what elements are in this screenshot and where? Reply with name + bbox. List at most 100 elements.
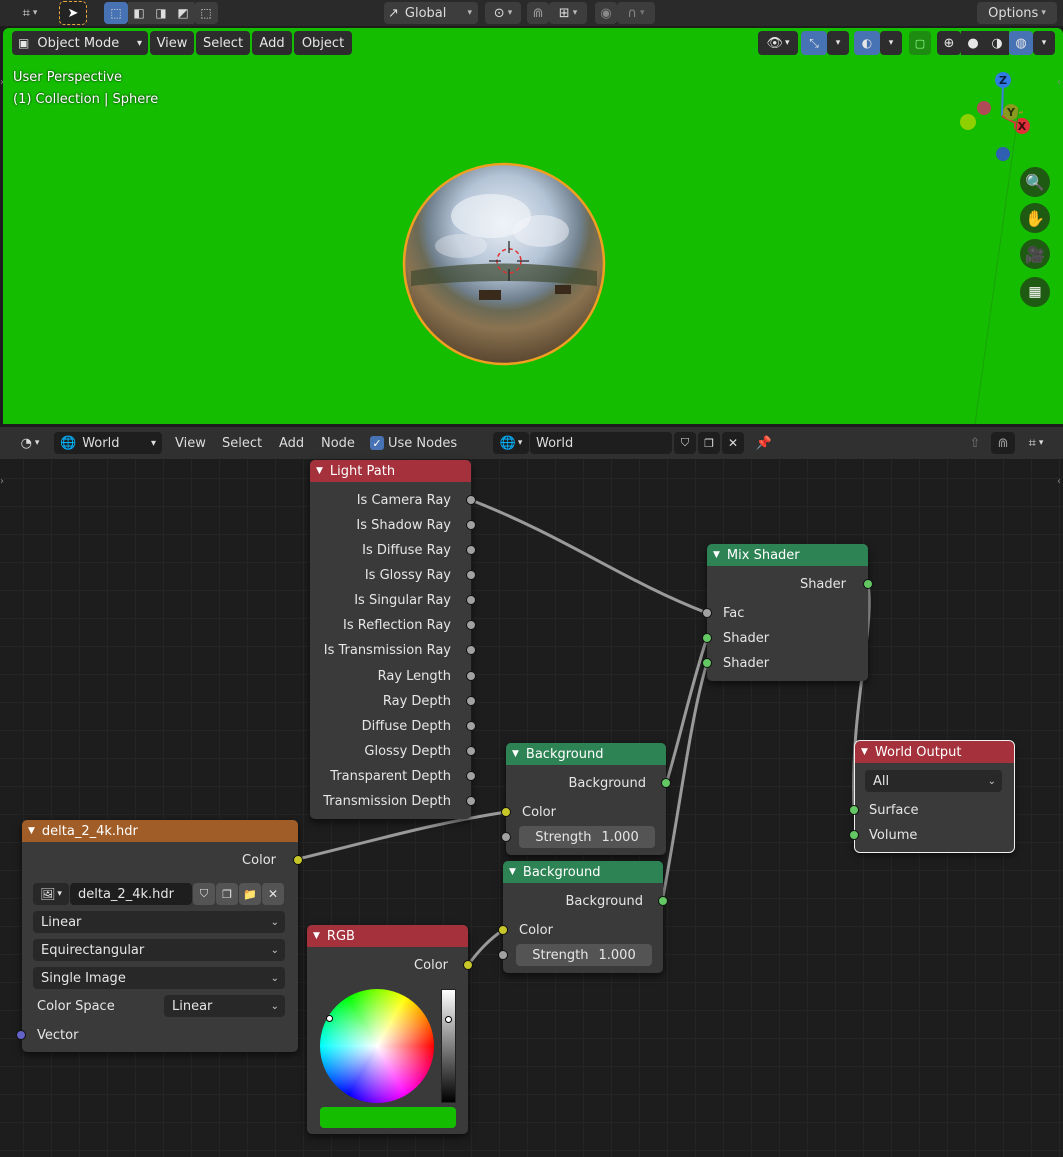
strength-field[interactable]: Strength 1.000 <box>519 826 655 848</box>
region-expand-arrow-right[interactable]: ‹ <box>1057 77 1063 91</box>
node-header[interactable]: ▼ Background <box>506 743 666 765</box>
fake-user-button[interactable]: ⛉ <box>674 432 696 454</box>
overlays-dropdown-button[interactable]: ▾ <box>880 31 902 55</box>
proportional-falloff-button[interactable]: ∩ ▾ <box>617 2 655 24</box>
color-wheel-cursor[interactable] <box>326 1015 333 1022</box>
environment-texture-node[interactable]: ▼ delta_2_4k.hdr Color 🖼 ▾ delta_2_4k.hdr… <box>16 820 303 1052</box>
world-name-field[interactable]: World <box>530 432 672 454</box>
collapse-icon[interactable]: ▼ <box>313 931 320 941</box>
node-header[interactable]: ▼ Light Path <box>310 460 471 482</box>
color-space-select[interactable]: Linear ⌄ <box>164 995 285 1017</box>
viewport-menu-view[interactable]: View <box>150 31 194 55</box>
select-mode-intersect-button[interactable]: ⬚ <box>194 2 218 24</box>
output-socket[interactable] <box>466 721 476 731</box>
input-socket[interactable] <box>498 925 508 935</box>
shading-solid-button[interactable]: ● <box>961 31 985 55</box>
value-slider-handle[interactable] <box>445 1016 452 1023</box>
collapse-icon[interactable]: ▼ <box>861 747 868 757</box>
strength-field[interactable]: Strength 1.000 <box>516 944 652 966</box>
viewport-menu-add[interactable]: Add <box>252 31 292 55</box>
node-menu-node[interactable]: Node <box>321 432 355 454</box>
shading-dropdown-button[interactable]: ▾ <box>1033 31 1055 55</box>
proportional-editing-button[interactable]: ◉ <box>595 2 617 24</box>
node-header[interactable]: ▼ RGB <box>307 925 468 947</box>
input-socket[interactable] <box>501 832 511 842</box>
output-socket[interactable] <box>466 620 476 630</box>
visibility-button[interactable]: 👁 ▾ <box>758 31 798 55</box>
shader-type-select[interactable]: 🌐 World ▾ <box>54 432 162 454</box>
value-slider[interactable] <box>441 989 456 1103</box>
output-socket[interactable] <box>466 796 476 806</box>
light-path-node[interactable]: ▼ Light Path Is Camera Ray Is Shadow Ray… <box>310 460 476 819</box>
world-output-node[interactable]: ▼ World Output All ⌄ Surface Volume <box>849 740 1015 853</box>
color-swatch[interactable] <box>320 1107 456 1128</box>
input-socket[interactable] <box>702 658 712 668</box>
viewport-menu-object[interactable]: Object <box>294 31 352 55</box>
snap-toggle-button[interactable]: ⋒ <box>991 432 1015 454</box>
node-header[interactable]: ▼ Background <box>503 861 663 883</box>
node-editor-canvas[interactable]: ▼ Light Path Is Camera Ray Is Shadow Ray… <box>0 459 1063 1157</box>
shading-wireframe-button[interactable]: ⊕ <box>937 31 961 55</box>
output-socket[interactable] <box>463 960 473 970</box>
select-mode-extend-button[interactable]: ◧ <box>128 2 150 24</box>
open-image-button[interactable]: 📁 <box>239 883 261 905</box>
unlink-world-button[interactable]: ✕ <box>722 432 744 454</box>
output-socket[interactable] <box>466 696 476 706</box>
node-header[interactable]: ▼ Mix Shader <box>707 544 868 566</box>
object-mode-select[interactable]: ▣ Object Mode ▾ <box>12 31 148 55</box>
duplicate-image-button[interactable]: ❐ <box>216 883 238 905</box>
color-wheel[interactable] <box>320 989 434 1103</box>
image-browse-button[interactable]: 🖼 ▾ <box>33 883 69 905</box>
zoom-button[interactable]: 🔍 <box>1020 167 1050 197</box>
shading-material-button[interactable]: ◑ <box>985 31 1009 55</box>
new-world-button[interactable]: ❐ <box>698 432 720 454</box>
source-select[interactable]: Single Image ⌄ <box>33 967 285 989</box>
output-socket[interactable] <box>661 778 671 788</box>
pin-button[interactable]: 📌 <box>753 432 775 454</box>
perspective-toggle-button[interactable]: ▦ <box>1020 277 1050 307</box>
select-tool-button[interactable]: ➤ <box>59 1 87 25</box>
output-socket[interactable] <box>863 579 873 589</box>
output-socket[interactable] <box>658 896 668 906</box>
parent-node-tree-button[interactable]: ⇧ <box>964 432 986 454</box>
transform-orientation-select[interactable]: ↗ Global ▾ <box>384 2 478 24</box>
snap-toggle-button[interactable]: ⋒ <box>527 2 549 24</box>
output-socket[interactable] <box>466 495 476 505</box>
input-socket[interactable] <box>501 807 511 817</box>
transform-pivot-button[interactable]: ⌗ ▾ <box>12 2 48 24</box>
input-socket[interactable] <box>702 633 712 643</box>
rgb-node[interactable]: ▼ RGB Color <box>307 925 473 1134</box>
pivot-point-button[interactable]: ⊙ ▾ <box>485 2 521 24</box>
mix-shader-node[interactable]: ▼ Mix Shader Shader Fac Shader Shader <box>702 544 873 681</box>
output-socket[interactable] <box>466 595 476 605</box>
collapse-icon[interactable]: ▼ <box>28 826 35 836</box>
output-socket[interactable] <box>466 570 476 580</box>
xray-toggle-button[interactable]: ▢ <box>909 31 931 55</box>
output-socket[interactable] <box>466 545 476 555</box>
fake-user-button[interactable]: ⛉ <box>193 883 215 905</box>
select-mode-new-button[interactable]: ⬚ <box>104 2 128 24</box>
input-socket[interactable] <box>16 1030 26 1040</box>
snap-mode-button[interactable]: ⌗ ▾ <box>1017 432 1055 454</box>
editor-type-button[interactable]: ◔ ▾ <box>12 432 48 454</box>
checkbox-checked-icon[interactable]: ✓ <box>370 436 384 450</box>
output-socket[interactable] <box>466 645 476 655</box>
select-mode-subtract-button[interactable]: ◨ <box>150 2 172 24</box>
3d-viewport[interactable]: ▣ Object Mode ▾ View Select Add Object 👁… <box>3 28 1063 424</box>
node-menu-view[interactable]: View <box>175 432 206 454</box>
node-header[interactable]: ▼ delta_2_4k.hdr <box>22 820 298 842</box>
node-header[interactable]: ▼ World Output <box>855 741 1014 763</box>
interpolation-select[interactable]: Linear ⌄ <box>33 911 285 933</box>
output-socket[interactable] <box>466 771 476 781</box>
overlays-toggle-button[interactable]: ◐ <box>854 31 880 55</box>
use-nodes-toggle[interactable]: ✓ Use Nodes <box>370 432 457 454</box>
snap-target-button[interactable]: ⊞ ▾ <box>549 2 587 24</box>
world-browse-button[interactable]: 🌐 ▾ <box>493 432 529 454</box>
viewport-menu-select[interactable]: Select <box>196 31 250 55</box>
region-expand-arrow-right[interactable]: ‹ <box>1057 476 1063 490</box>
node-menu-select[interactable]: Select <box>222 432 262 454</box>
node-menu-add[interactable]: Add <box>279 432 304 454</box>
options-button[interactable]: Options ▾ <box>977 2 1057 24</box>
image-name-field[interactable]: delta_2_4k.hdr <box>70 883 192 905</box>
collapse-icon[interactable]: ▼ <box>512 749 519 759</box>
